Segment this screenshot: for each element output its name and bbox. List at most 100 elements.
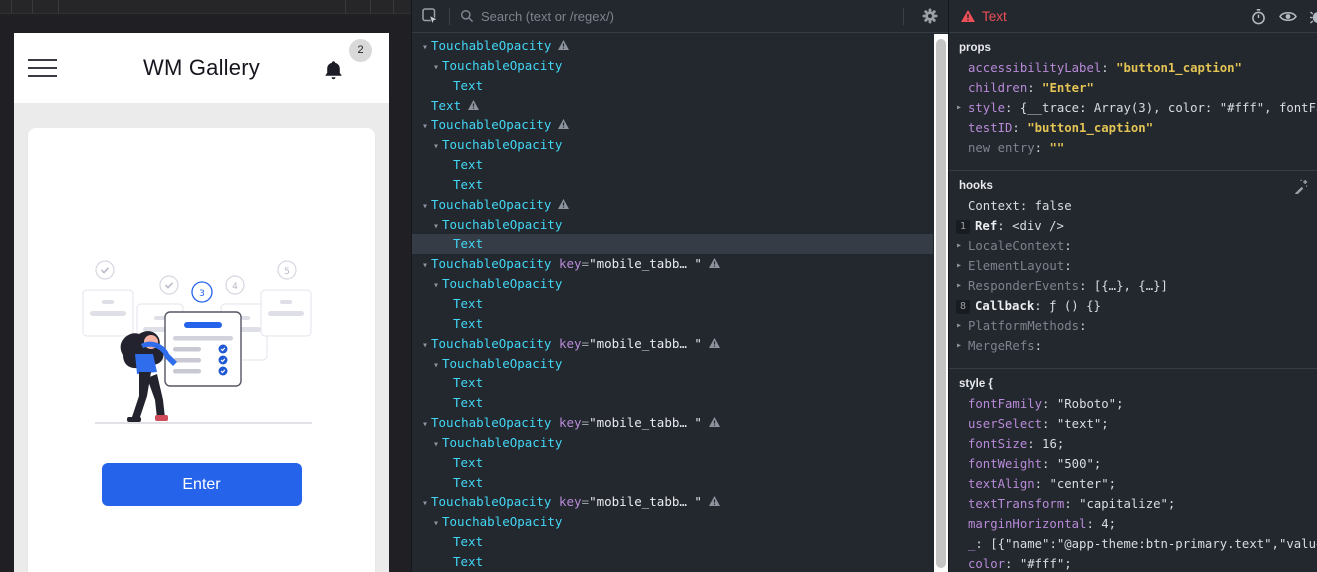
property-value: "" xyxy=(1049,141,1064,155)
component-name: TouchableOpacity xyxy=(431,256,551,271)
search-input[interactable]: Search (text or /regex/) xyxy=(481,9,893,24)
bell-icon[interactable] xyxy=(322,59,345,84)
component-name: TouchableOpacity xyxy=(431,38,551,53)
tree-row[interactable]: ▾TouchableOpacity xyxy=(412,215,933,235)
devtools-toolbar: Search (text or /regex/) xyxy=(412,0,948,33)
tree-row[interactable]: ▾TouchableOpacity xyxy=(412,56,933,76)
expander-arrow-icon[interactable]: ▸ xyxy=(956,276,962,296)
component-name: Text xyxy=(453,177,483,192)
tree-row[interactable]: ▾TouchableOpacity xyxy=(412,195,933,215)
tree-row[interactable]: ▾TouchableOpacity xyxy=(412,354,933,374)
scrollbar-thumb[interactable] xyxy=(936,39,946,568)
property-value: "Roboto"; xyxy=(1057,397,1124,411)
inspector-row[interactable]: testID: "button1_caption" xyxy=(949,118,1317,138)
tree-row[interactable]: Text xyxy=(412,96,933,116)
component-name: Text xyxy=(453,316,483,331)
property-key: testID xyxy=(968,121,1012,135)
tree-row[interactable]: ▾TouchableOpacity key="mobile_tabb… " xyxy=(412,334,933,354)
tree-row[interactable]: Text xyxy=(412,234,933,254)
tree-row[interactable]: Text xyxy=(412,294,933,314)
expander-arrow-icon[interactable]: ▸ xyxy=(956,236,962,256)
inspect-dom-eye-icon[interactable] xyxy=(1279,10,1297,23)
inspector-row[interactable]: 8Callback: ƒ () {} xyxy=(949,296,1317,316)
inspector-row[interactable]: ▸ElementLayout: xyxy=(949,256,1317,276)
inspector-row[interactable]: fontWeight: "500"; xyxy=(949,454,1317,474)
tree-row[interactable]: Text xyxy=(412,155,933,175)
hooks-section: hooks Context: false1Ref: <div />▸Locale… xyxy=(949,171,1317,369)
inspector-row[interactable]: ▸LocaleContext: xyxy=(949,236,1317,256)
expander-arrow-icon[interactable]: ▸ xyxy=(956,256,962,276)
tree-row[interactable]: Text xyxy=(412,373,933,393)
steps-illustration: 3 4 5 xyxy=(77,250,327,428)
inspect-element-icon[interactable] xyxy=(422,8,439,25)
inspector-row[interactable]: marginHorizontal: 4; xyxy=(949,514,1317,534)
inspector-row[interactable]: textTransform: "capitalize"; xyxy=(949,494,1317,514)
log-bug-icon[interactable] xyxy=(1310,9,1317,24)
enter-button[interactable]: Enter xyxy=(102,463,302,506)
warning-icon xyxy=(709,496,720,506)
property-value: "button1_caption" xyxy=(1027,121,1153,135)
suspend-timer-icon[interactable] xyxy=(1251,9,1266,25)
tree-row[interactable]: Text xyxy=(412,532,933,552)
svg-text:3: 3 xyxy=(199,289,205,299)
property-key: PlatformMethods xyxy=(968,319,1079,333)
expander-arrow-icon[interactable]: ▸ xyxy=(956,316,962,336)
expander-arrow-icon[interactable]: ▸ xyxy=(956,98,962,118)
inspector-row[interactable]: new entry: "" xyxy=(949,138,1317,158)
hook-index-badge: 1 xyxy=(956,220,970,234)
inspector-row[interactable]: textAlign: "center"; xyxy=(949,474,1317,494)
tree-row[interactable]: Text xyxy=(412,175,933,195)
inspector-row[interactable]: fontSize: 16; xyxy=(949,434,1317,454)
inspector-row[interactable]: userSelect: "text"; xyxy=(949,414,1317,434)
property-value: [{"name":"@app-theme:btn-primary.text","… xyxy=(990,537,1317,551)
tree-row[interactable]: ▾TouchableOpacity key="mobile_tabb… " xyxy=(412,492,933,512)
property-key: marginHorizontal xyxy=(968,517,1086,531)
inspector-row[interactable]: children: "Enter" xyxy=(949,78,1317,98)
tree-row[interactable]: ▾TouchableOpacity xyxy=(412,433,933,453)
tree-row[interactable]: Text xyxy=(412,552,933,572)
inspector-row[interactable]: color: "#fff"; xyxy=(949,554,1317,572)
component-name: TouchableOpacity xyxy=(442,137,562,152)
inspector-row[interactable]: ▸ResponderEvents: [{…}, {…}] xyxy=(949,276,1317,296)
tree-row[interactable]: ▾TouchableOpacity xyxy=(412,36,933,56)
expander-arrow-icon[interactable]: ▸ xyxy=(956,336,962,356)
property-value: "capitalize"; xyxy=(1079,497,1175,511)
inspector-row[interactable]: 1Ref: <div /> xyxy=(949,216,1317,236)
inspector-row[interactable]: Context: false xyxy=(949,196,1317,216)
content-card: 3 4 5 xyxy=(28,128,375,572)
inspector-row[interactable]: fontFamily: "Roboto"; xyxy=(949,394,1317,414)
tree-row[interactable]: Text xyxy=(412,314,933,334)
tree-row[interactable]: Text xyxy=(412,76,933,96)
tree-row[interactable]: ▾TouchableOpacity xyxy=(412,115,933,135)
component-name: Text xyxy=(453,236,483,251)
component-name: TouchableOpacity xyxy=(431,336,551,351)
tree-row[interactable]: ▾TouchableOpacity key="mobile_tabb… " xyxy=(412,413,933,433)
selected-component-name: Text xyxy=(982,9,1007,24)
tree-row[interactable]: Text xyxy=(412,473,933,493)
inspector-row[interactable]: ▸style: {__trace: Array(3), color: "#fff… xyxy=(949,98,1317,118)
inspector-row[interactable]: ▸MergeRefs: xyxy=(949,336,1317,356)
inspector-row[interactable]: accessibilityLabel: "button1_caption" xyxy=(949,58,1317,78)
inspector-row[interactable]: ▸PlatformMethods: xyxy=(949,316,1317,336)
property-key: new entry xyxy=(968,141,1035,155)
tree-row[interactable]: ▾TouchableOpacity xyxy=(412,274,933,294)
property-key: fontWeight xyxy=(968,457,1042,471)
property-value: ƒ () {} xyxy=(1049,299,1101,313)
tree-row[interactable]: ▾TouchableOpacity key="mobile_tabb… " xyxy=(412,254,933,274)
tree-row[interactable]: Text xyxy=(412,393,933,413)
tree-row[interactable]: ▾TouchableOpacity xyxy=(412,135,933,155)
component-name: Text xyxy=(453,554,483,569)
settings-gear-icon[interactable] xyxy=(922,8,938,24)
warning-icon xyxy=(558,40,569,50)
component-name: Text xyxy=(453,375,483,390)
tree-scrollbar[interactable] xyxy=(934,34,948,572)
tree-row[interactable]: ▾TouchableOpacity xyxy=(412,512,933,532)
key-attribute: key xyxy=(559,415,582,430)
property-key: userSelect xyxy=(968,417,1042,431)
inspector-row[interactable]: _: [{"name":"@app-theme:btn-primary.text… xyxy=(949,534,1317,554)
tree-row[interactable]: Text xyxy=(412,453,933,473)
style-section: style { fontFamily: "Roboto";userSelect:… xyxy=(949,369,1317,572)
property-key: Context xyxy=(968,199,1020,213)
property-key: color xyxy=(968,557,1005,571)
parse-hook-names-wand-icon[interactable] xyxy=(1293,179,1308,194)
